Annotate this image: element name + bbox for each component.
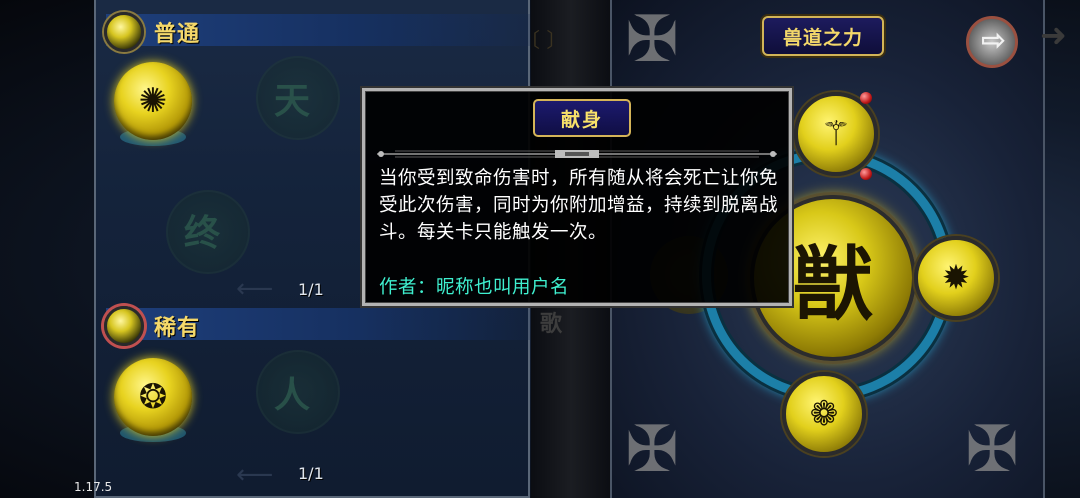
locked-skill-glyph: 天 xyxy=(274,81,311,122)
tooltip-title-plate: 献身 xyxy=(533,99,631,137)
skill-tooltip: 献身 当你受到致命伤害时，所有随从将会死亡让你免受此次伤害，同时为你附加增益，持… xyxy=(362,88,792,306)
tooltip-title: 献身 xyxy=(560,108,603,131)
game-scene: 普通 天 终 ✺ ⟵ 1/1 稀有 人 ❂ ⟵ 1/1 〔 〕 歌 ✠ ✠ ✠ xyxy=(0,0,1080,498)
section-header-common: 普通 xyxy=(104,12,530,52)
ornament-icon: ✠ xyxy=(625,3,679,77)
skill-orb-devotion[interactable]: ⚚ xyxy=(794,92,878,176)
background-decoration: 〔 〕 xyxy=(520,28,567,52)
version-label: 1.17.5 xyxy=(74,480,113,494)
gem-icon xyxy=(104,12,144,52)
locked-skill-glyph: 终 xyxy=(184,213,221,254)
tooltip-description: 当你受到致命伤害时，所有随从将会死亡让你免受此次伤害，同时为你附加增益，持续到脱… xyxy=(379,168,779,243)
beast-icon: ❂ xyxy=(138,377,168,417)
prev-page-arrow[interactable]: ⟵ xyxy=(236,460,273,490)
dragon-icon: ✺ xyxy=(138,81,168,121)
paw-icon: ❁ xyxy=(809,394,839,434)
panel-title: 兽道之力 xyxy=(782,26,863,49)
claw-icon: ✹ xyxy=(941,258,971,298)
skill-orb-common-1[interactable]: ✺ xyxy=(114,62,192,140)
section-title-common: 普通 xyxy=(154,22,201,47)
ornament-icon: ✠ xyxy=(965,413,1019,487)
tooltip-author: 作者：昵称也叫用户名 xyxy=(379,277,570,298)
skill-orb-right[interactable]: ✹ xyxy=(914,236,998,320)
back-button[interactable]: ⇨ xyxy=(966,16,1018,68)
arrow-right-icon: ⇨ xyxy=(981,23,1007,58)
page-indicator-rare: 1/1 xyxy=(298,464,324,483)
background-decoration: 歌 xyxy=(540,312,563,337)
skill-orb-bottom[interactable]: ❁ xyxy=(782,372,866,456)
figure-icon: ⚚ xyxy=(820,114,852,154)
page-indicator-common: 1/1 xyxy=(298,280,324,299)
link-node xyxy=(860,168,872,180)
ornate-divider xyxy=(377,150,777,158)
section-header-rare: 稀有 xyxy=(104,306,530,346)
gem-icon xyxy=(104,306,144,346)
panel-title-plate: 兽道之力 xyxy=(762,16,884,56)
link-node xyxy=(860,92,872,104)
section-title-rare: 稀有 xyxy=(154,316,201,341)
prev-page-arrow[interactable]: ⟵ xyxy=(236,274,273,304)
background-decoration: ➜ xyxy=(1040,16,1067,54)
ornament-icon: ✠ xyxy=(625,413,679,487)
skill-orb-rare-1[interactable]: ❂ xyxy=(114,358,192,436)
locked-skill-glyph: 人 xyxy=(274,375,311,416)
